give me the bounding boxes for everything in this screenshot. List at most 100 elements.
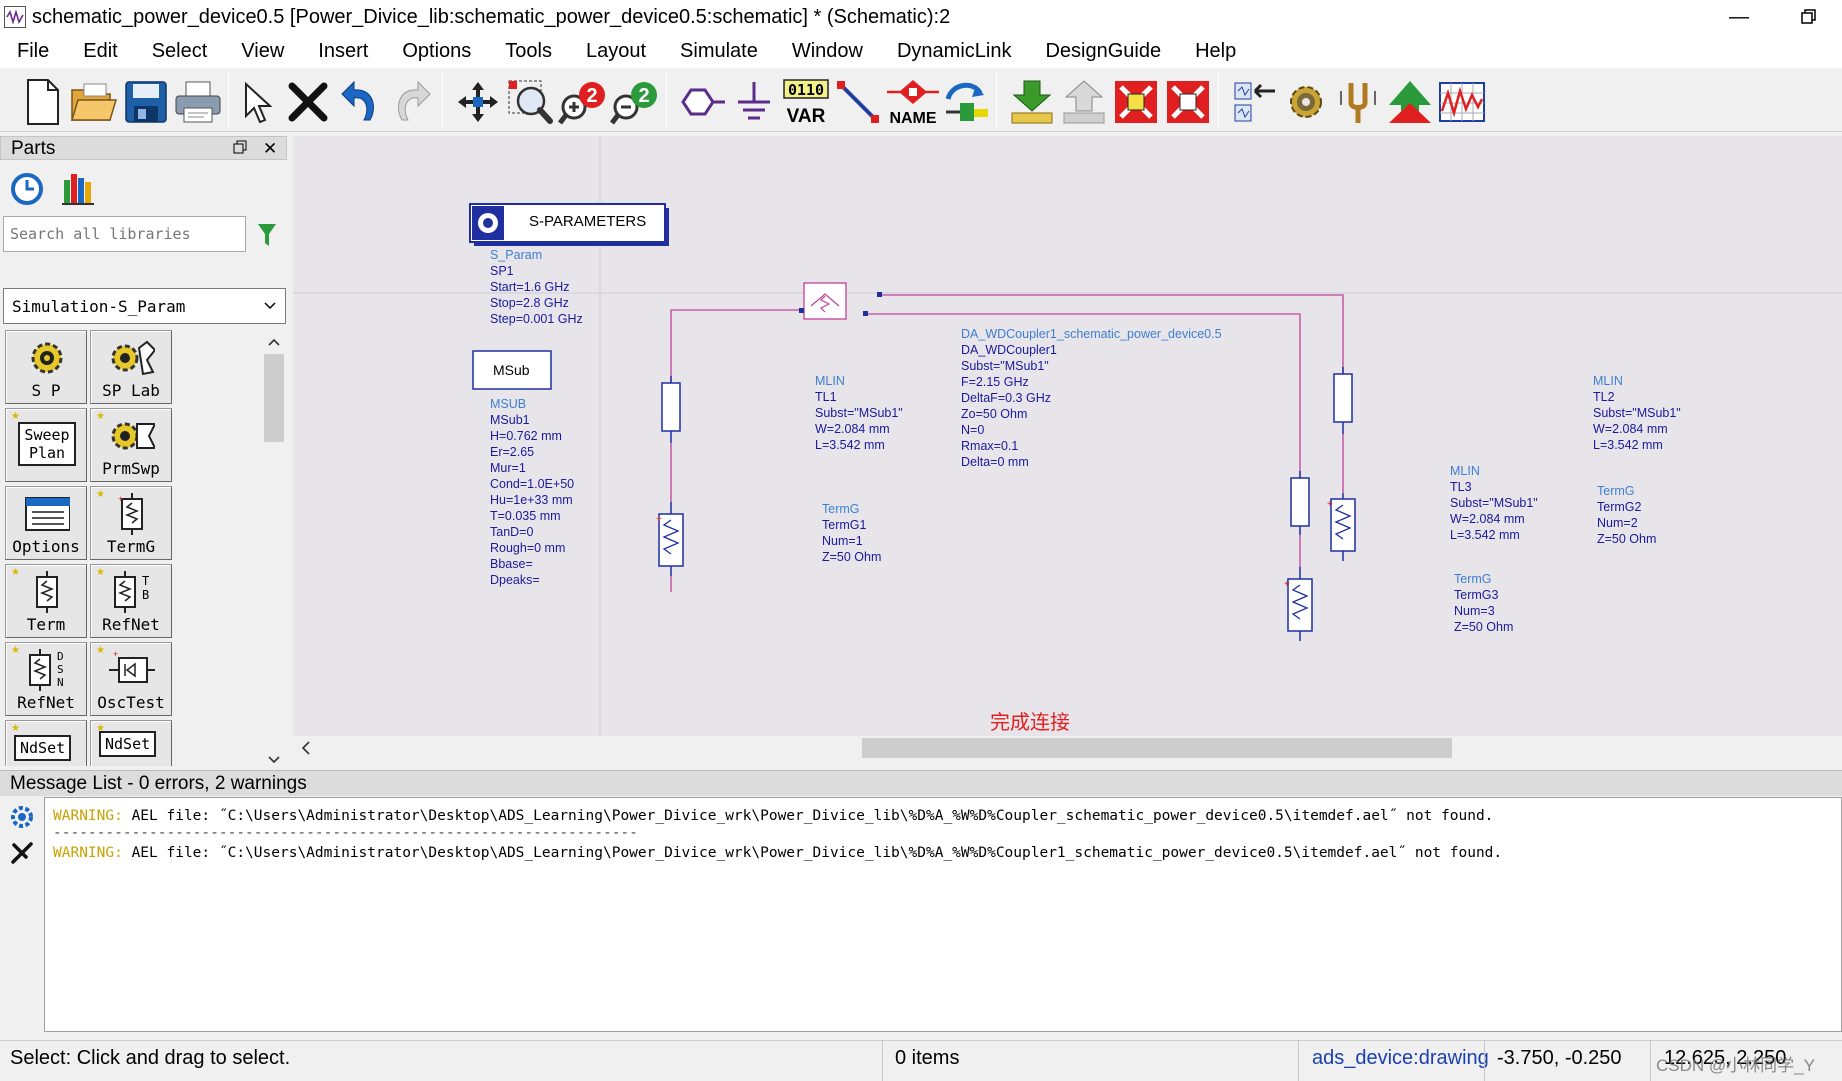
delete-icon[interactable] xyxy=(282,76,334,128)
menu-dynamiclink[interactable]: DynamicLink xyxy=(880,40,1028,63)
palette-sp-lab[interactable]: SP Lab xyxy=(90,330,172,404)
tune-icon[interactable] xyxy=(1228,76,1280,128)
optimize-icon[interactable] xyxy=(1384,76,1436,128)
menu-select[interactable]: Select xyxy=(135,40,225,63)
tl1-block[interactable] xyxy=(661,376,681,443)
menu-tools[interactable]: Tools xyxy=(488,40,569,63)
minimize-button[interactable]: — xyxy=(1716,0,1762,34)
parts-header: Parts ✕ xyxy=(0,136,287,160)
scroll-up-icon[interactable] xyxy=(268,334,280,352)
termg2-block[interactable]: + xyxy=(1327,493,1356,561)
scroll-left-icon[interactable] xyxy=(301,741,311,760)
parts-panel: Parts ✕ Search all libraries Simulation-… xyxy=(0,136,287,766)
menu-help[interactable]: Help xyxy=(1178,40,1253,63)
palette-termg[interactable]: ★ + TermG xyxy=(90,486,172,560)
svg-text:2: 2 xyxy=(638,85,649,107)
parts-scroll-thumb[interactable] xyxy=(264,354,284,442)
ndset-name-icon: NdSet xyxy=(99,731,157,757)
ads-schematic-icon xyxy=(4,6,26,28)
menu-file[interactable]: File xyxy=(0,40,66,63)
menu-window[interactable]: Window xyxy=(775,40,880,63)
redo-icon[interactable] xyxy=(386,76,438,128)
message-list[interactable]: WARNING: AEL file: ˝C:\Users\Administrat… xyxy=(44,797,1842,1032)
termg1-block[interactable]: + xyxy=(656,502,684,576)
port-icon[interactable] xyxy=(676,76,728,128)
status-hint: Select: Click and drag to select. xyxy=(10,1047,291,1069)
zoom-out-icon[interactable]: 2 xyxy=(608,76,660,128)
termg3-block[interactable]: + xyxy=(1284,567,1313,641)
library-browser-icon[interactable] xyxy=(60,170,96,211)
display-icon[interactable] xyxy=(1436,76,1488,128)
sp-gear-icon xyxy=(24,337,70,379)
msub-params: MSUB MSub1 H=0.762 mm Er=2.65 Mur=1 Cond… xyxy=(490,397,575,587)
restore-button[interactable] xyxy=(1786,0,1832,34)
pan-icon[interactable] xyxy=(452,76,504,128)
deactivate-icon[interactable] xyxy=(1110,76,1162,128)
tl2-block[interactable] xyxy=(1333,367,1353,434)
zoom-area-icon[interactable] xyxy=(504,76,556,128)
menu-designguide[interactable]: DesignGuide xyxy=(1028,40,1178,63)
palette-ndset-name[interactable]: ★ NdSet xyxy=(90,720,172,766)
message-list-header: Message List - 0 errors, 2 warnings xyxy=(0,770,1842,796)
tuning-fork-icon[interactable] xyxy=(1332,76,1384,128)
scroll-down-icon[interactable] xyxy=(268,752,280,770)
palette-ndset[interactable]: ★ NdSet xyxy=(5,720,87,766)
pop-out-icon[interactable] xyxy=(1058,76,1110,128)
menu-insert[interactable]: Insert xyxy=(301,40,385,63)
wire-icon[interactable] xyxy=(832,76,884,128)
svg-text:+: + xyxy=(656,514,662,525)
menu-layout[interactable]: Layout xyxy=(569,40,663,63)
palette-refnet-tb[interactable]: ★ TB RefNet xyxy=(90,564,172,638)
menu-edit[interactable]: Edit xyxy=(66,40,134,63)
message-row[interactable]: WARNING: AEL file: ˝C:\Users\Administrat… xyxy=(53,808,1493,824)
float-panel-icon[interactable] xyxy=(233,140,247,159)
close-panel-icon[interactable]: ✕ xyxy=(263,139,277,159)
parts-title: Parts xyxy=(11,138,56,159)
canvas-hscroll-thumb[interactable] xyxy=(862,738,1452,758)
tl1-params: MLIN TL1 Subst="MSub1" W=2.084 mm L=3.54… xyxy=(815,374,903,452)
open-icon[interactable] xyxy=(68,76,120,128)
select-arrow-icon[interactable] xyxy=(230,76,282,128)
menu-simulate[interactable]: Simulate xyxy=(663,40,775,63)
palette-osctest[interactable]: ★ + OscTest xyxy=(90,642,172,716)
print-icon[interactable] xyxy=(172,76,224,128)
parts-scrollbar[interactable] xyxy=(262,330,286,766)
annotation-text: 完成连接 xyxy=(990,710,1070,734)
clear-messages-icon[interactable] xyxy=(10,841,34,870)
filter-icon[interactable] xyxy=(256,222,278,253)
term-icon xyxy=(24,571,70,613)
sparam-box-label: S-PARAMETERS xyxy=(529,213,647,230)
palette-sp[interactable]: S P xyxy=(5,330,87,404)
canvas-hscrollbar[interactable] xyxy=(293,736,1842,760)
schematic-canvas[interactable]: + + + S-PARAMETERS MSub S_Param SP1 Star… xyxy=(293,136,1842,736)
status-layer[interactable]: ads_device:drawing xyxy=(1312,1047,1489,1070)
palette-refnet-dsn[interactable]: ★ DSN RefNet xyxy=(5,642,87,716)
svg-text:B: B xyxy=(142,588,149,602)
menu-options[interactable]: Options xyxy=(385,40,488,63)
window-title: schematic_power_device0.5 [Power_Divice_… xyxy=(32,5,951,28)
short-icon[interactable] xyxy=(1162,76,1214,128)
undo-icon[interactable] xyxy=(334,76,386,128)
palette-term[interactable]: ★ Term xyxy=(5,564,87,638)
settings-gear-icon[interactable] xyxy=(10,805,34,834)
tl3-params: MLIN TL3 Subst="MSub1" W=2.084 mm L=3.54… xyxy=(1450,464,1538,542)
library-select[interactable]: Simulation-S_Param xyxy=(3,288,286,324)
palette-prmswp[interactable]: ★ PrmSwp xyxy=(90,408,172,482)
new-icon[interactable] xyxy=(16,76,68,128)
push-into-icon[interactable] xyxy=(1006,76,1058,128)
zoom-in-icon[interactable]: 2 xyxy=(556,76,608,128)
name-icon[interactable]: NAME xyxy=(884,76,942,128)
message-row[interactable]: WARNING: AEL file: ˝C:\Users\Administrat… xyxy=(53,845,1502,861)
tl3-block[interactable] xyxy=(1290,471,1310,535)
palette-options[interactable]: Options xyxy=(5,486,87,560)
ground-icon[interactable] xyxy=(728,76,780,128)
var-icon[interactable]: 0110 VAR xyxy=(780,76,832,128)
save-icon[interactable] xyxy=(120,76,172,128)
simulate-icon[interactable] xyxy=(940,76,992,128)
gear-icon[interactable] xyxy=(1280,76,1332,128)
termg2-params: TermG TermG2 Num=2 Z=50 Ohm xyxy=(1597,484,1657,546)
palette-sweep-plan[interactable]: ★ Sweep Plan xyxy=(5,408,87,482)
history-icon[interactable] xyxy=(10,172,44,211)
menu-view[interactable]: View xyxy=(224,40,301,63)
library-search-input[interactable]: Search all libraries xyxy=(3,216,246,252)
